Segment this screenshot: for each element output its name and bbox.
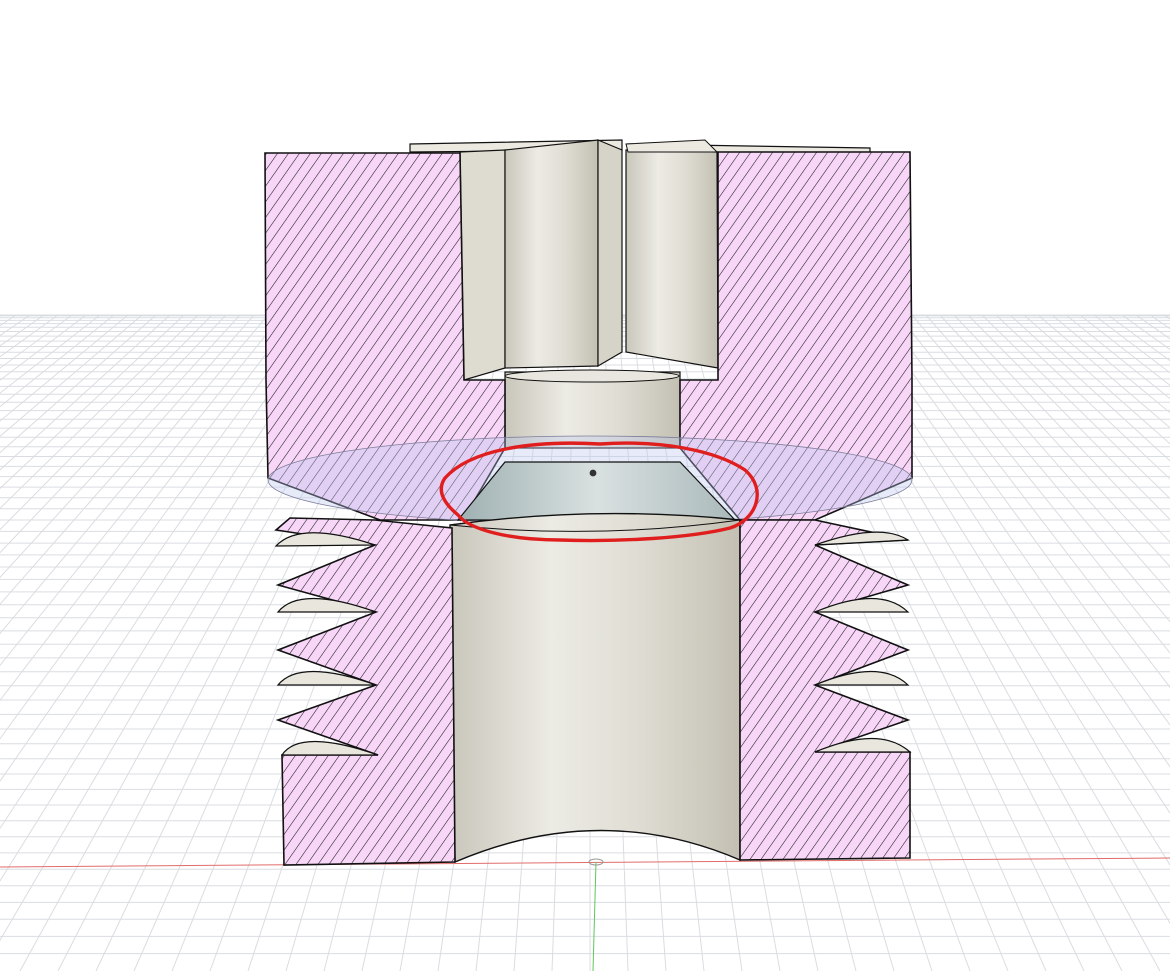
grid-line: [911, 314, 1170, 623]
grid-line: [0, 314, 101, 394]
grid-line: [0, 314, 227, 554]
grid-line: [0, 314, 171, 471]
grid-line: [0, 314, 269, 635]
grid-line: [0, 314, 255, 606]
grid-line: [981, 314, 1170, 500]
grid-line: [897, 314, 1170, 654]
cad-3d-viewport[interactable]: [0, 0, 1170, 971]
grid-line: [1163, 314, 1170, 320]
x-axis-line: [0, 857, 1170, 868]
grid-line: [869, 314, 1170, 726]
grid-line: [0, 314, 45, 347]
grid-line: [1051, 314, 1170, 414]
grid-line: [1121, 314, 1170, 351]
section-face-left-threaded[interactable]: [274, 517, 456, 866]
grid-line: [0, 314, 283, 667]
grid-line: [0, 314, 143, 437]
grid-line: [1009, 314, 1170, 462]
grid-line: [0, 314, 17, 327]
grid-line: [953, 314, 1170, 543]
grid-line: [0, 314, 311, 740]
grid-line: [1079, 314, 1170, 386]
grid-line: [0, 314, 31, 337]
grid-line: [0, 314, 73, 369]
viewport-canvas[interactable]: [0, 0, 1170, 971]
grid-line: [0, 314, 213, 531]
grid-line: [0, 314, 241, 579]
grid-line: [967, 314, 1170, 521]
grid-line: [1023, 314, 1170, 445]
center-point[interactable]: [589, 469, 597, 477]
grid-line: [1093, 314, 1170, 374]
y-axis-line: [592, 861, 597, 971]
grid-line: [0, 314, 87, 381]
grid-line: [0, 314, 3, 317]
section-face-right-threaded[interactable]: [739, 519, 911, 861]
grid-line: [883, 314, 1170, 689]
grid-line: [0, 314, 185, 490]
grid-line: [0, 314, 199, 509]
lower-bore-surface[interactable]: [449, 512, 741, 864]
